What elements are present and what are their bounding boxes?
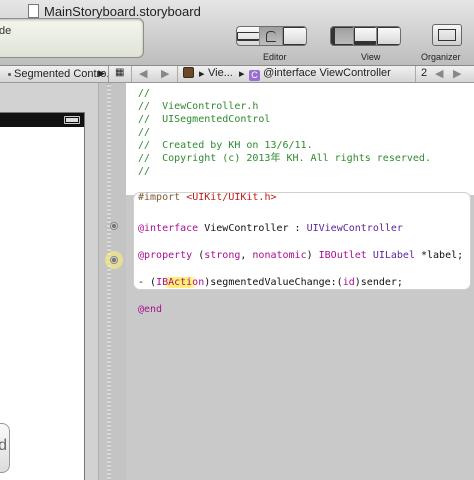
window-title: MainStoryboard.storyboard (44, 4, 201, 19)
class-icon: C (249, 70, 260, 81)
organizer-icon (438, 29, 456, 41)
standard-editor-button[interactable] (237, 27, 260, 45)
jump-bar-divider (131, 66, 132, 82)
toolbar: MainStoryboard.storyboard de Editor View… (0, 0, 474, 66)
utilities-toggle-button[interactable] (377, 27, 400, 45)
back-button[interactable]: ◀ (139, 67, 147, 80)
action-line: - (IBAction)segmentedValueChange:(id)sen… (138, 277, 403, 288)
view-label: View (361, 52, 381, 62)
breadcrumb-separator: ▸ (199, 68, 205, 80)
editor-mode-control (236, 26, 307, 46)
header-comment-line: // (138, 166, 151, 177)
interface-line: @interface ViewController : UIViewContro… (138, 223, 403, 234)
header-comment-line: // Copyright (c) 2013年 KH. All rights re… (138, 153, 431, 164)
segment-label: d (0, 437, 7, 454)
jump-bar-arrow-icon: ▶ (98, 68, 105, 78)
pane-split-ruler[interactable] (107, 83, 111, 480)
outlet-connection-icon[interactable] (110, 222, 118, 230)
header-comment-line: // ViewController.h (138, 101, 259, 112)
activity-text: de (0, 25, 12, 37)
assistant-editor-icon (266, 30, 276, 42)
header-comment-line: // UISegmentedControl (138, 114, 271, 125)
storyboard-jump-bar: Segmented Contro... ▶ (0, 66, 116, 83)
counterparts-counter[interactable]: 2 (421, 67, 427, 79)
navigator-toggle-button[interactable] (331, 27, 354, 45)
standard-editor-icon (237, 31, 259, 41)
organizer-button[interactable] (432, 24, 462, 46)
version-editor-icon (283, 27, 306, 45)
view-controller-scene[interactable] (0, 112, 85, 480)
utilities-pane-icon (377, 27, 400, 45)
header-comment-line: // Created by KH on 13/6/11. (138, 140, 313, 151)
breadcrumb-file[interactable]: Vie... (208, 67, 233, 79)
breadcrumb-separator: ▸ (239, 68, 245, 80)
segmented-control[interactable]: d (0, 423, 10, 473)
assistant-editor-button[interactable] (260, 27, 283, 45)
action-connection-icon[interactable] (110, 256, 118, 264)
navigator-pane-icon (331, 27, 353, 45)
debug-pane-icon (354, 27, 376, 45)
xcode-window: MainStoryboard.storyboard de Editor View… (0, 0, 474, 480)
view-control (330, 26, 401, 46)
editor-label: Editor (263, 52, 287, 62)
interface-scope-highlight (134, 193, 470, 289)
breadcrumb-symbol[interactable]: C @interface ViewController (249, 67, 391, 81)
property-line: @property (strong, nonatomic) IBOutlet U… (138, 250, 464, 261)
version-editor-button[interactable] (283, 27, 306, 45)
storyboard-file-icon (28, 4, 39, 18)
header-comment-line: // (138, 88, 151, 99)
end-line: @end (138, 304, 163, 315)
related-items-icon[interactable]: ▦ (115, 67, 124, 78)
previous-counterpart-button[interactable]: ◀ (435, 67, 443, 80)
next-counterpart-button[interactable]: ▶ (453, 67, 461, 80)
code-jump-bar: ▦ ◀ ▶ ▸ Vie... ▸ C @interface ViewContro… (108, 66, 474, 83)
header-comment-line: // (138, 127, 151, 138)
storyboard-canvas[interactable]: d (0, 83, 98, 480)
code-editor[interactable]: // // ViewController.h // UISegmentedCon… (126, 83, 474, 480)
status-bar (0, 113, 84, 127)
jump-bar-divider (177, 66, 178, 82)
editor-gutter (98, 83, 126, 480)
battery-icon (64, 116, 80, 124)
project-icon (183, 67, 194, 79)
forward-button[interactable]: ▶ (161, 67, 169, 80)
import-line: #import <UIKit/UIKit.h> (138, 192, 277, 203)
jump-bar-divider (415, 66, 416, 82)
debug-area-toggle-button[interactable] (354, 27, 377, 45)
organizer-label: Organizer (421, 52, 461, 62)
activity-viewer: de (0, 18, 144, 58)
